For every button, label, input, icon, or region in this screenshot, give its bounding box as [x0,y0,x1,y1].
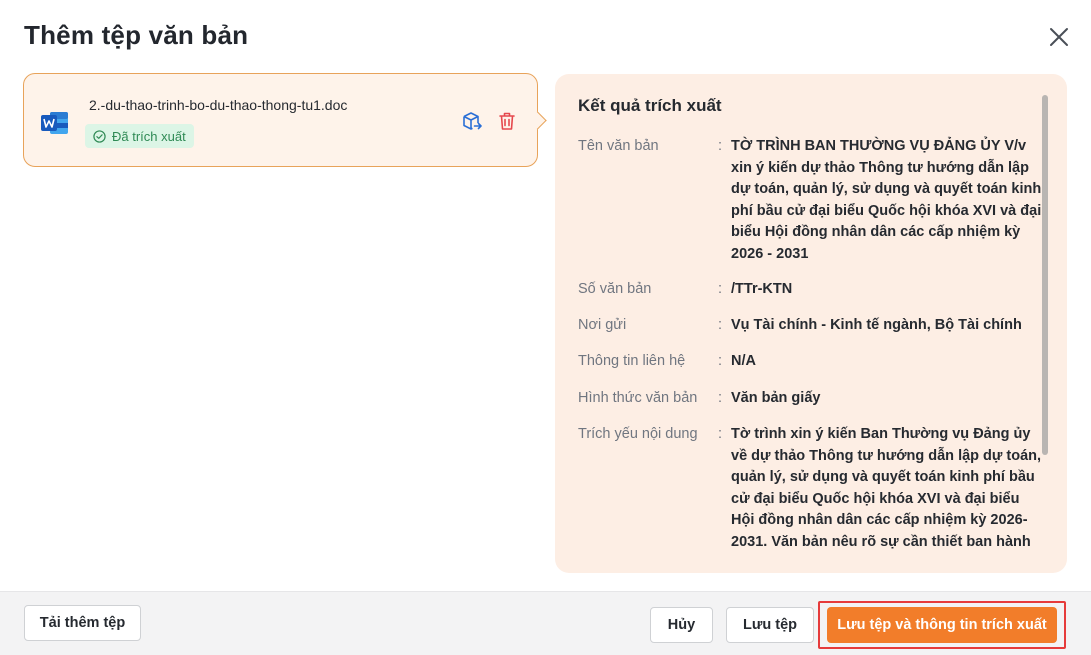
cancel-button[interactable]: Hủy [650,607,713,643]
field-value: Văn bản giấy [731,390,821,406]
field-value: Tờ trình xin ý kiến Ban Thường vụ Đảng ủ… [731,426,1042,550]
word-document-icon [41,112,68,134]
field-label: Hình thức văn bản [578,390,698,406]
close-icon[interactable] [1044,22,1074,52]
field-value: Vụ Tài chính - Kinh tế ngành, Bộ Tài chí… [731,317,1022,333]
delete-icon[interactable] [496,110,518,132]
field-separator: : [718,426,723,442]
field-separator: : [718,353,723,369]
highlight-frame [818,601,1066,649]
field-label: Tên văn bản [578,138,659,154]
field-separator: : [718,138,723,154]
extraction-result-panel: Kết quả trích xuất Tên văn bản : TỜ TRÌN… [555,74,1067,573]
upload-more-button[interactable]: Tải thêm tệp [24,605,141,641]
status-badge: Đã trích xuất [85,124,194,148]
result-scroll-area[interactable]: Tên văn bản : TỜ TRÌNH BAN THƯỜNG VỤ ĐẢN… [555,132,1067,550]
save-file-button[interactable]: Lưu tệp [726,607,814,643]
field-value: /TTr-KTN [731,281,793,297]
status-label: Đã trích xuất [112,128,186,144]
close-button[interactable] [1044,22,1074,52]
dialog-title: Thêm tệp văn bản [24,20,249,50]
field-separator: : [718,281,723,297]
add-document-dialog: Thêm tệp văn bản 2.-du-thao-trinh-bo-du-… [0,0,1091,655]
scrollbar[interactable] [1042,95,1048,455]
file-name: 2.-du-thao-trinh-bo-du-thao-thong-tu1.do… [89,97,348,113]
field-separator: : [718,390,723,406]
field-value: TỜ TRÌNH BAN THƯỜNG VỤ ĐẢNG ỦY V/v xin ý… [731,138,1042,262]
check-circle-icon [93,129,106,143]
result-title: Kết quả trích xuất [578,96,722,115]
field-label: Số văn bản [578,281,652,297]
field-separator: : [718,317,723,333]
field-value: N/A [731,353,756,369]
field-label: Trích yếu nội dung [578,426,698,442]
file-card[interactable]: 2.-du-thao-trinh-bo-du-thao-thong-tu1.do… [23,73,538,167]
field-label: Thông tin liên hệ [578,353,686,369]
move-to-box-icon[interactable] [461,110,483,132]
field-label: Nơi gửi [578,317,627,333]
